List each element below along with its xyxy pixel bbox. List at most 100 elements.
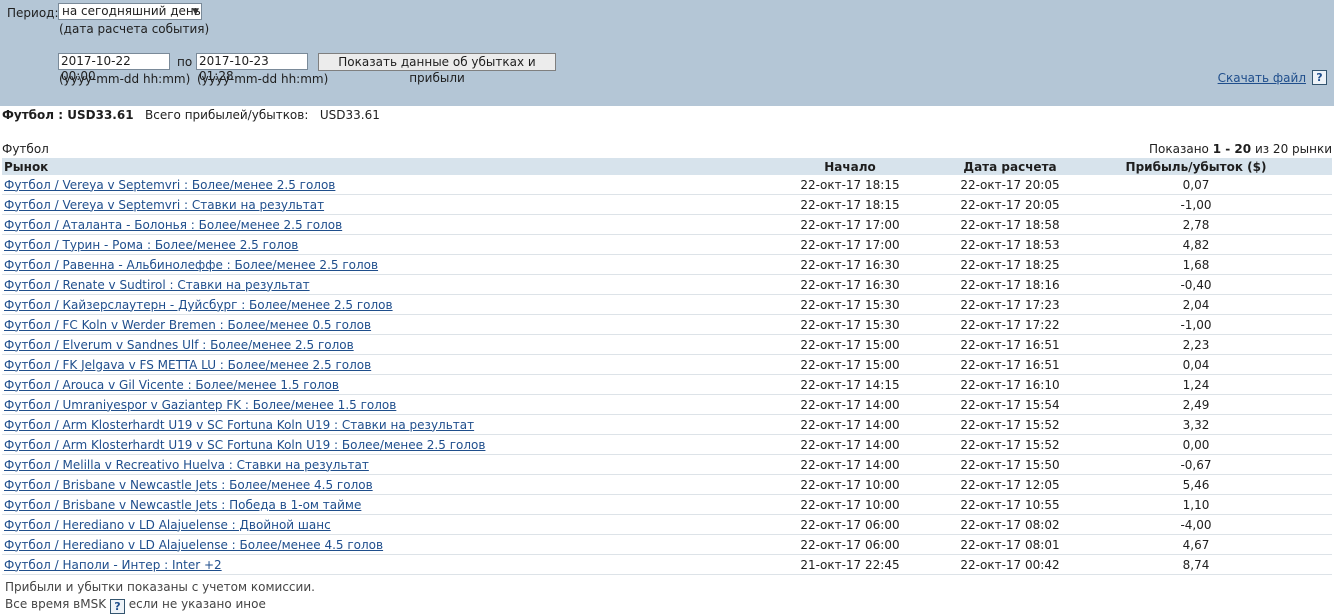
settle-time-cell: 22-окт-17 17:22 xyxy=(960,314,1060,335)
market-cell: Футбол / FK Jelgava v FS METTA LU : Боле… xyxy=(2,354,740,375)
table-header-row: Рынок Начало Дата расчета Прибыль/убыток… xyxy=(2,158,1332,175)
start-time-cell: 22-окт-17 10:00 xyxy=(740,494,960,515)
sport-total: Футбол : USD33.61 xyxy=(2,108,134,122)
profit-loss-cell: 0,04 xyxy=(1060,354,1332,375)
profit-loss-cell: 2,78 xyxy=(1060,214,1332,235)
settle-time-cell: 22-окт-17 20:05 xyxy=(960,194,1060,215)
profit-loss-cell: 8,74 xyxy=(1060,554,1332,575)
market-cell: Футбол / Турин - Рома : Более/менее 2.5 … xyxy=(2,234,740,255)
help-icon[interactable]: ? xyxy=(1312,70,1327,85)
market-link[interactable]: Футбол / Arm Klosterhardt U19 v SC Fortu… xyxy=(4,438,485,452)
start-time-cell: 22-окт-17 18:15 xyxy=(740,194,960,215)
market-link[interactable]: Футбол / Brisbane v Newcastle Jets : Поб… xyxy=(4,498,361,512)
market-cell: Футбол / Brisbane v Newcastle Jets : Бол… xyxy=(2,474,740,495)
chevron-down-icon: ▼ xyxy=(192,7,199,17)
market-link[interactable]: Футбол / Arouca v Gil Vicente : Более/ме… xyxy=(4,378,339,392)
show-profit-loss-button[interactable]: Показать данные об убытках и прибыли xyxy=(318,53,556,85)
profit-loss-cell: 5,46 xyxy=(1060,474,1332,495)
market-link[interactable]: Футбол / Elverum v Sandnes Ulf : Более/м… xyxy=(4,338,354,352)
download-file-link[interactable]: Скачать файл xyxy=(1218,71,1306,85)
start-time-cell: 22-окт-17 17:00 xyxy=(740,214,960,235)
market-link[interactable]: Футбол / Vereya v Septemvri : Более/мене… xyxy=(4,178,335,192)
profit-loss-cell: -0,40 xyxy=(1060,274,1332,295)
start-time-cell: 22-окт-17 16:30 xyxy=(740,274,960,295)
market-link[interactable]: Футбол / FC Koln v Werder Bremen : Более… xyxy=(4,318,371,332)
date-to-format-hint: (yyyy-mm-dd hh:mm) xyxy=(197,72,329,86)
start-time-cell: 22-окт-17 10:00 xyxy=(740,474,960,495)
start-time-cell: 22-окт-17 16:30 xyxy=(740,254,960,275)
table-row: Футбол / Равенна - Альбинолеффе : Более/… xyxy=(2,254,1332,275)
market-link[interactable]: Футбол / Brisbane v Newcastle Jets : Бол… xyxy=(4,478,373,492)
settle-time-cell: 22-окт-17 00:42 xyxy=(960,554,1060,575)
market-link[interactable]: Футбол / Кайзерслаутерн - Дуйсбург : Бол… xyxy=(4,298,393,312)
market-link[interactable]: Футбол / Vereya v Septemvri : Ставки на … xyxy=(4,198,324,212)
settle-time-cell: 22-окт-17 16:51 xyxy=(960,334,1060,355)
market-link[interactable]: Футбол / Herediano v LD Alajuelense : Дв… xyxy=(4,518,331,532)
market-cell: Футбол / Arm Klosterhardt U19 v SC Fortu… xyxy=(2,414,740,435)
market-link[interactable]: Футбол / Renate v Sudtirol : Ставки на р… xyxy=(4,278,310,292)
date-from-input[interactable]: 2017-10-22 00:00 xyxy=(58,53,170,83)
market-link[interactable]: Футбол / Melilla v Recreativo Huelva : С… xyxy=(4,458,369,472)
total-value: USD33.61 xyxy=(319,108,380,122)
market-link[interactable]: Футбол / Равенна - Альбинолеффе : Более/… xyxy=(4,258,378,272)
settle-time-cell: 22-окт-17 15:52 xyxy=(960,434,1060,455)
market-cell: Футбол / Herediano v LD Alajuelense : Дв… xyxy=(2,514,740,535)
table-row: Футбол / Herediano v LD Alajuelense : Бо… xyxy=(2,534,1332,555)
settle-time-cell: 22-окт-17 17:23 xyxy=(960,294,1060,315)
market-cell: Футбол / Renate v Sudtirol : Ставки на р… xyxy=(2,274,740,295)
profit-loss-cell: 1,10 xyxy=(1060,494,1332,515)
market-cell: Футбол / Аталанта - Болонья : Более/мене… xyxy=(2,214,740,235)
table-row: Футбол / Arouca v Gil Vicente : Более/ме… xyxy=(2,374,1332,395)
market-cell: Футбол / Brisbane v Newcastle Jets : Поб… xyxy=(2,494,740,515)
market-cell: Футбол / Elverum v Sandnes Ulf : Более/м… xyxy=(2,334,740,355)
market-link[interactable]: Футбол / FK Jelgava v FS METTA LU : Боле… xyxy=(4,358,371,372)
table-row: Футбол / Umraniyespor v Gaziantep FK : Б… xyxy=(2,394,1332,415)
profit-loss-cell: 2,49 xyxy=(1060,394,1332,415)
market-link[interactable]: Футбол / Herediano v LD Alajuelense : Бо… xyxy=(4,538,383,552)
market-cell: Футбол / Umraniyespor v Gaziantep FK : Б… xyxy=(2,394,740,415)
table-row: Футбол / Турин - Рома : Более/менее 2.5 … xyxy=(2,234,1332,255)
settle-time-cell: 22-окт-17 15:52 xyxy=(960,414,1060,435)
date-to-input[interactable]: 2017-10-23 01:28 xyxy=(196,53,308,83)
table-row: Футбол / Elverum v Sandnes Ulf : Более/м… xyxy=(2,334,1332,355)
settle-time-cell: 22-окт-17 08:02 xyxy=(960,514,1060,535)
profit-loss-cell: 2,23 xyxy=(1060,334,1332,355)
section-title: Футбол xyxy=(2,142,49,156)
market-link[interactable]: Футбол / Аталанта - Болонья : Более/мене… xyxy=(4,218,342,232)
time-note-suffix: если не указано иное xyxy=(128,597,266,611)
market-link[interactable]: Футбол / Arm Klosterhardt U19 v SC Fortu… xyxy=(4,418,474,432)
help-icon[interactable]: ? xyxy=(109,599,125,614)
settle-time-cell: 22-окт-17 16:10 xyxy=(960,374,1060,395)
market-link[interactable]: Футбол / Umraniyespor v Gaziantep FK : Б… xyxy=(4,398,396,412)
start-time-cell: 22-окт-17 14:15 xyxy=(740,374,960,395)
market-cell: Футбол / FC Koln v Werder Bremen : Более… xyxy=(2,314,740,335)
table-row: Футбол / Renate v Sudtirol : Ставки на р… xyxy=(2,274,1332,295)
start-time-cell: 22-окт-17 15:30 xyxy=(740,294,960,315)
time-note-prefix: Все время вMSK xyxy=(5,597,107,611)
start-time-cell: 22-окт-17 15:30 xyxy=(740,314,960,335)
total-label: Всего прибылей/убытков: xyxy=(145,108,309,122)
settle-time-cell: 22-окт-17 20:05 xyxy=(960,175,1060,195)
start-time-cell: 22-окт-17 06:00 xyxy=(740,534,960,555)
start-time-cell: 22-окт-17 14:00 xyxy=(740,414,960,435)
start-time-cell: 22-окт-17 14:00 xyxy=(740,394,960,415)
market-cell: Футбол / Кайзерслаутерн - Дуйсбург : Бол… xyxy=(2,294,740,315)
start-time-cell: 22-окт-17 06:00 xyxy=(740,514,960,535)
table-row: Футбол / Vereya v Septemvri : Ставки на … xyxy=(2,194,1332,215)
period-note: (дата расчета события) xyxy=(59,22,210,36)
market-cell: Футбол / Herediano v LD Alajuelense : Бо… xyxy=(2,534,740,555)
market-cell: Футбол / Arm Klosterhardt U19 v SC Fortu… xyxy=(2,434,740,455)
table-row: Футбол / Brisbane v Newcastle Jets : Поб… xyxy=(2,494,1332,515)
profit-loss-cell: 2,04 xyxy=(1060,294,1332,315)
market-cell: Футбол / Melilla v Recreativo Huelva : С… xyxy=(2,454,740,475)
summary-line: Футбол : USD33.61 Всего прибылей/убытков… xyxy=(2,108,380,122)
market-link[interactable]: Футбол / Наполи - Интер : Inter +2 xyxy=(4,558,222,572)
profit-loss-cell: 4,67 xyxy=(1060,534,1332,555)
period-select-value: на сегодняшний день xyxy=(62,4,201,18)
settle-time-cell: 22-окт-17 18:58 xyxy=(960,214,1060,235)
settle-time-cell: 22-окт-17 15:50 xyxy=(960,454,1060,475)
pagination-prefix: Показано xyxy=(1149,142,1209,156)
table-row: Футбол / Vereya v Septemvri : Более/мене… xyxy=(2,175,1332,195)
market-link[interactable]: Футбол / Турин - Рома : Более/менее 2.5 … xyxy=(4,238,298,252)
period-select[interactable]: на сегодняшний день ▼ xyxy=(58,3,202,20)
